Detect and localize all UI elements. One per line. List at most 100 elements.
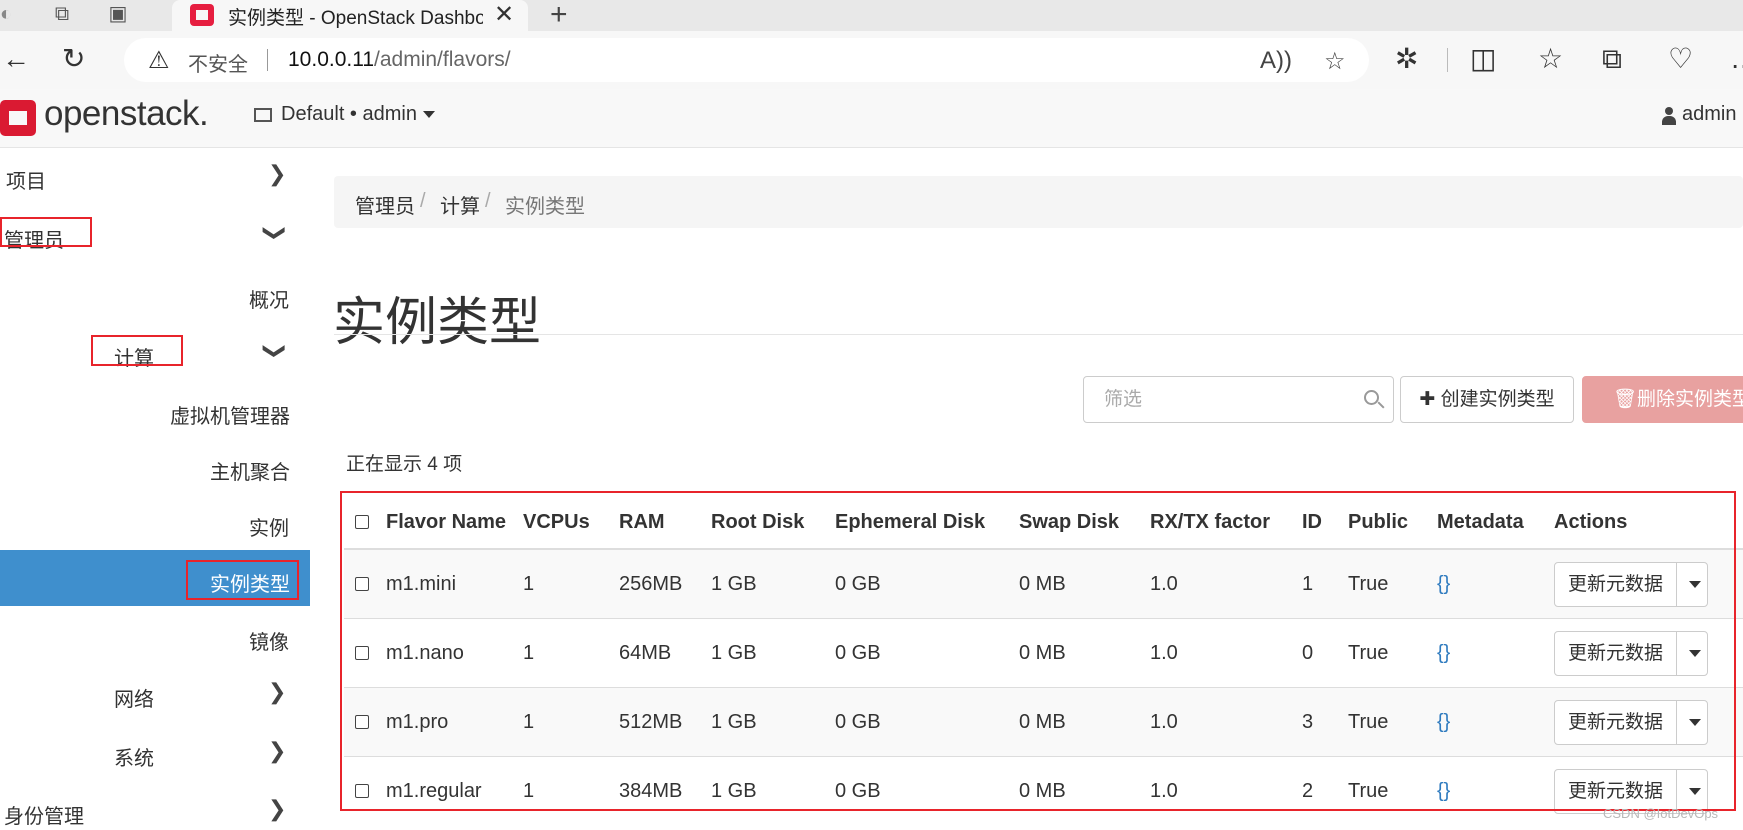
- delete-flavors-label: 删除实例类型: [1637, 389, 1743, 410]
- column-header[interactable]: Swap Disk: [1019, 496, 1150, 550]
- public-cell: True: [1348, 548, 1437, 619]
- breadcrumb-separator: /: [485, 190, 491, 212]
- sidebar-item-host-aggregates[interactable]: 主机聚合: [210, 456, 290, 485]
- chevron-right-icon[interactable]: ❯: [268, 161, 286, 187]
- tab-actions-icon[interactable]: ▣: [106, 2, 130, 26]
- favorite-star-icon[interactable]: ☆: [1324, 47, 1346, 76]
- row-checkbox[interactable]: [355, 646, 369, 661]
- chevron-right-icon[interactable]: ❯: [268, 679, 286, 705]
- column-header[interactable]: Ephemeral Disk: [835, 496, 1019, 550]
- row-actions-dropdown[interactable]: [1677, 701, 1707, 744]
- browser-tab-active[interactable]: 实例类型 - OpenStack Dashboard ✕: [172, 0, 528, 31]
- column-header[interactable]: VCPUs: [523, 496, 619, 550]
- flavor-name-cell: m1.pro: [386, 687, 523, 757]
- chevron-down-icon[interactable]: ❯: [262, 224, 288, 242]
- project-selector[interactable]: Default • admin: [281, 103, 435, 126]
- caret-down-icon: [1689, 649, 1702, 657]
- id-cell: 2: [1302, 756, 1348, 825]
- chevron-right-icon[interactable]: ❯: [268, 796, 286, 822]
- column-header[interactable]: Metadata: [1437, 496, 1554, 550]
- table-row: m1.regular 1 384MB 1 GB 0 GB 0 MB 1.0 2 …: [344, 756, 1743, 825]
- metadata-link[interactable]: {}: [1437, 711, 1450, 733]
- public-cell: True: [1348, 756, 1437, 825]
- rxtx-factor-cell: 1.0: [1150, 548, 1302, 619]
- page-title: 实例类型: [333, 293, 542, 352]
- security-label[interactable]: 不安全: [188, 48, 248, 77]
- metadata-link[interactable]: {}: [1437, 573, 1450, 595]
- sidebar-item-project[interactable]: 项目: [6, 165, 46, 194]
- breadcrumb-compute[interactable]: 计算: [440, 190, 480, 219]
- rxtx-factor-cell: 1.0: [1150, 618, 1302, 688]
- workspaces-icon[interactable]: ⧉: [50, 2, 74, 26]
- vcpus-cell: 1: [523, 618, 619, 688]
- flavors-table: Flavor Name VCPUs RAM Root Disk Ephemera…: [344, 496, 1743, 825]
- breadcrumb-current: 实例类型: [505, 196, 585, 218]
- more-menu-icon[interactable]: …: [1730, 45, 1743, 73]
- column-header[interactable]: Root Disk: [711, 496, 835, 550]
- root-disk-cell: 1 GB: [711, 687, 835, 757]
- public-cell: True: [1348, 687, 1437, 757]
- row-actions-dropdown[interactable]: [1677, 563, 1707, 606]
- sidebar-item-images[interactable]: 镜像: [249, 626, 289, 655]
- search-icon[interactable]: [1364, 390, 1379, 405]
- url-text[interactable]: 10.0.0.11/admin/flavors/: [288, 48, 511, 72]
- metadata-link[interactable]: {}: [1437, 642, 1450, 664]
- openstack-favicon-icon: [190, 4, 214, 26]
- table-row: m1.mini 1 256MB 1 GB 0 GB 0 MB 1.0 1 Tru…: [344, 548, 1743, 619]
- row-checkbox[interactable]: [355, 784, 369, 799]
- user-icon: [1662, 107, 1676, 125]
- row-checkbox[interactable]: [355, 577, 369, 592]
- user-menu[interactable]: admin: [1682, 103, 1736, 126]
- read-aloud-icon[interactable]: A)): [1260, 47, 1292, 75]
- profile-icon[interactable]: ◐: [0, 2, 18, 26]
- new-tab-icon[interactable]: +: [550, 0, 568, 32]
- chevron-right-icon[interactable]: ❯: [268, 738, 286, 764]
- plus-icon: ✚: [1419, 389, 1441, 410]
- close-tab-icon[interactable]: ✕: [494, 0, 514, 29]
- ephemeral-disk-cell: 0 GB: [835, 548, 1019, 619]
- column-header[interactable]: RAM: [619, 496, 711, 550]
- collections-icon[interactable]: ⧉: [1602, 45, 1622, 73]
- toolbar-separator: [1447, 48, 1448, 72]
- extensions-icon[interactable]: ✲: [1395, 45, 1418, 73]
- logo-text[interactable]: openstack.: [44, 94, 209, 134]
- public-cell: True: [1348, 618, 1437, 688]
- split-screen-icon[interactable]: ◫: [1470, 45, 1496, 73]
- create-flavor-button[interactable]: ✚ 创建实例类型: [1400, 376, 1574, 423]
- ram-cell: 64MB: [619, 618, 711, 688]
- sidebar-item-instances[interactable]: 实例: [249, 512, 289, 541]
- url-host: 10.0.0.11: [288, 48, 375, 71]
- sidebar-item-system[interactable]: 系统: [114, 742, 154, 771]
- chevron-down-icon: [422, 111, 435, 119]
- favorites-icon[interactable]: ☆: [1538, 45, 1563, 73]
- update-metadata-button[interactable]: 更新元数据: [1555, 631, 1678, 675]
- swap-disk-cell: 0 MB: [1019, 548, 1150, 619]
- chevron-down-icon[interactable]: ❯: [262, 342, 288, 360]
- row-checkbox[interactable]: [355, 715, 369, 730]
- rxtx-factor-cell: 1.0: [1150, 756, 1302, 825]
- browser-essentials-icon[interactable]: ♡: [1668, 45, 1693, 73]
- sidebar-item-identity[interactable]: 身份管理: [4, 800, 84, 829]
- back-icon[interactable]: ←: [2, 45, 30, 73]
- browser-tab-title: 实例类型 - OpenStack Dashboard: [228, 8, 483, 29]
- column-header[interactable]: ID: [1302, 496, 1348, 550]
- delete-flavors-button[interactable]: 🗑删除实例类型: [1582, 376, 1743, 423]
- refresh-icon[interactable]: ↻: [62, 45, 85, 73]
- column-header[interactable]: Public: [1348, 496, 1437, 550]
- openstack-logo-icon[interactable]: [0, 100, 36, 136]
- metadata-link[interactable]: {}: [1437, 780, 1450, 802]
- swap-disk-cell: 0 MB: [1019, 756, 1150, 825]
- sidebar-item-hypervisors[interactable]: 虚拟机管理器: [170, 400, 290, 429]
- sidebar-item-overview[interactable]: 概况: [249, 284, 289, 313]
- filter-input[interactable]: [1102, 388, 1346, 412]
- select-all-checkbox[interactable]: [355, 515, 369, 530]
- column-header[interactable]: Flavor Name: [386, 496, 523, 550]
- update-metadata-button[interactable]: 更新元数据: [1555, 700, 1678, 744]
- update-metadata-button[interactable]: 更新元数据: [1555, 562, 1678, 606]
- sidebar-item-network[interactable]: 网络: [114, 683, 154, 712]
- column-header[interactable]: RX/TX factor: [1150, 496, 1302, 550]
- address-bar[interactable]: ⚠ 不安全 10.0.0.11/admin/flavors/ A)) ☆: [124, 38, 1369, 82]
- breadcrumb-admin[interactable]: 管理员: [355, 190, 415, 219]
- row-actions-dropdown[interactable]: [1677, 632, 1707, 675]
- warning-icon[interactable]: ⚠: [148, 46, 170, 75]
